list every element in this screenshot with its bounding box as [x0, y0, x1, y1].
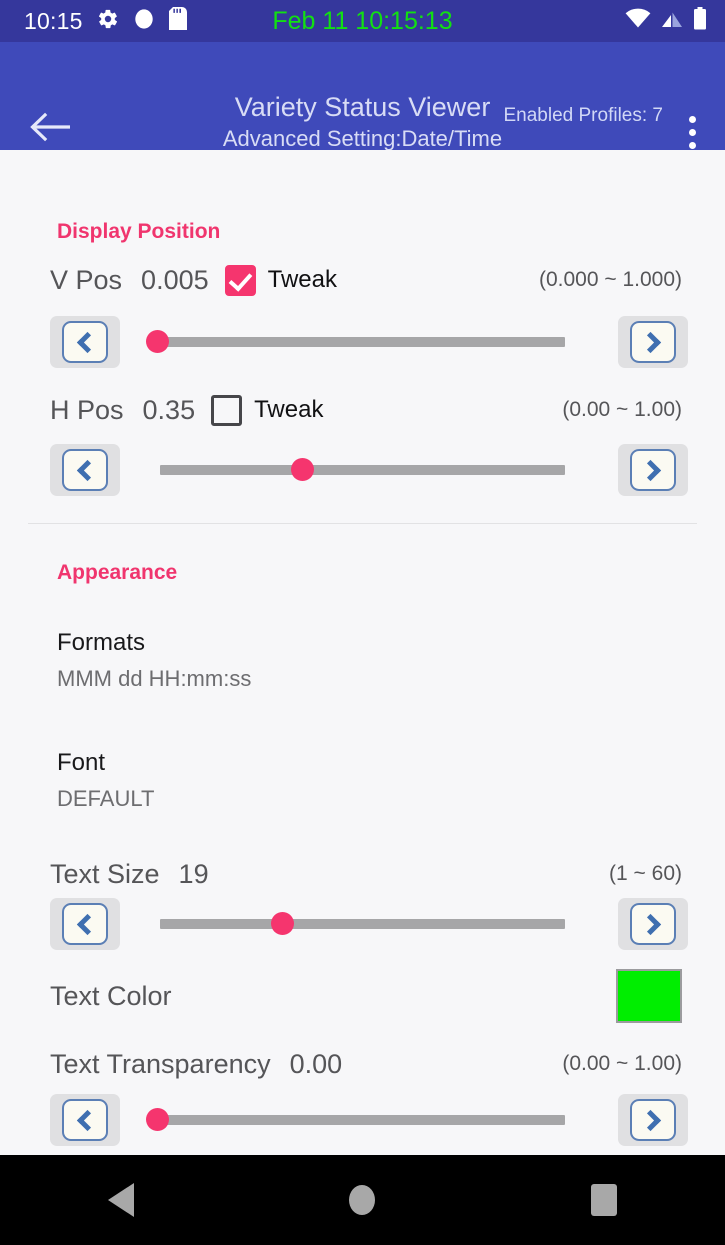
h-pos-slider-track[interactable]	[160, 465, 565, 475]
v-pos-row: V Pos 0.005 Tweak (0.000 ~ 1.000)	[0, 244, 725, 316]
gear-icon	[97, 8, 119, 35]
status-datetime: Feb 11 10:15:13	[272, 6, 453, 35]
system-navigation-bar	[0, 1155, 725, 1245]
wifi-icon	[625, 8, 651, 35]
v-pos-slider-track[interactable]	[157, 337, 565, 347]
v-pos-tweak-checkbox[interactable]	[224, 264, 256, 296]
h-pos-slider-row[interactable]	[0, 444, 725, 504]
font-label[interactable]: Font	[0, 749, 725, 777]
text-transparency-range: (0.00 ~ 1.00)	[562, 1052, 682, 1075]
chevron-right-icon	[639, 913, 662, 935]
status-bar: 10:15 Feb 11 10:15:13	[0, 0, 725, 42]
status-bar-right	[625, 7, 707, 35]
chevron-left-icon	[76, 1109, 99, 1131]
v-pos-slider-thumb[interactable]	[146, 330, 169, 353]
formats-label[interactable]: Formats	[0, 629, 725, 657]
h-pos-increment-button[interactable]	[618, 444, 688, 496]
text-size-label: Text Size	[50, 858, 160, 889]
text-size-value: 19	[178, 858, 209, 889]
chevron-right-icon	[639, 459, 662, 481]
app-bar: Variety Status Viewer Advanced Setting:D…	[0, 42, 725, 174]
text-size-increment-button[interactable]	[618, 898, 688, 950]
text-transparency-decrement-button[interactable]	[50, 1094, 120, 1146]
chevron-left-icon	[76, 913, 99, 935]
font-value[interactable]: DEFAULT	[0, 786, 725, 812]
h-pos-value: 0.35	[142, 394, 196, 425]
app-screen: 10:15 Feb 11 10:15:13 Variety Status Vie…	[0, 0, 725, 1245]
text-size-decrement-button[interactable]	[50, 898, 120, 950]
signal-icon	[660, 8, 684, 35]
text-color-swatch[interactable]	[616, 969, 682, 1023]
v-pos-label: V Pos	[50, 264, 123, 295]
battery-icon	[693, 7, 707, 35]
status-clock: 10:15	[24, 7, 83, 34]
text-transparency-slider-track[interactable]	[157, 1115, 565, 1125]
text-size-slider-thumb[interactable]	[271, 912, 294, 935]
settings-content[interactable]: Display Position V Pos 0.005 Tweak (0.00…	[0, 150, 725, 1155]
h-pos-decrement-button[interactable]	[50, 444, 120, 496]
circle-icon	[133, 8, 155, 35]
chevron-right-icon	[639, 1109, 662, 1131]
chevron-left-icon	[76, 331, 99, 353]
chevron-left-icon	[76, 459, 99, 481]
h-pos-slider-thumb[interactable]	[291, 458, 314, 481]
text-size-range: (1 ~ 60)	[609, 862, 682, 885]
text-size-slider-row[interactable]	[0, 898, 725, 958]
v-pos-increment-button[interactable]	[618, 316, 688, 368]
section-heading-display-position: Display Position	[57, 220, 221, 243]
text-transparency-row: Text Transparency 0.00 (0.00 ~ 1.00)	[0, 1034, 725, 1094]
nav-home-icon[interactable]	[349, 1185, 376, 1215]
h-pos-tweak-label: Tweak	[254, 396, 324, 423]
sd-card-icon	[168, 7, 187, 35]
v-pos-tweak-label: Tweak	[267, 266, 337, 293]
text-transparency-label: Text Transparency	[50, 1048, 271, 1079]
text-color-row[interactable]: Text Color	[0, 958, 725, 1034]
v-pos-range: (0.000 ~ 1.000)	[538, 268, 682, 291]
text-size-row: Text Size 19 (1 ~ 60)	[0, 850, 725, 898]
nav-back-icon[interactable]	[107, 1183, 134, 1217]
v-pos-value: 0.005	[141, 264, 209, 295]
text-transparency-slider-row[interactable]	[0, 1094, 725, 1154]
v-pos-decrement-button[interactable]	[50, 316, 120, 368]
text-transparency-slider-thumb[interactable]	[146, 1108, 169, 1131]
text-color-label: Text Color	[50, 980, 172, 1011]
enabled-profiles-label: Enabled Profiles: 7	[503, 105, 664, 126]
text-transparency-increment-button[interactable]	[618, 1094, 688, 1146]
h-pos-row: H Pos 0.35 Tweak (0.00 ~ 1.00)	[0, 376, 725, 444]
h-pos-tweak-checkbox[interactable]	[211, 394, 243, 426]
overflow-menu-icon[interactable]	[679, 112, 705, 152]
formats-value[interactable]: MMM dd HH:mm:ss	[0, 666, 725, 692]
h-pos-range: (0.00 ~ 1.00)	[562, 398, 682, 421]
chevron-right-icon	[639, 331, 662, 353]
status-bar-left: 10:15	[0, 7, 187, 35]
text-size-slider-track[interactable]	[160, 919, 565, 929]
v-pos-slider-row[interactable]	[0, 316, 725, 376]
section-heading-appearance: Appearance	[57, 561, 178, 584]
nav-recents-icon[interactable]	[591, 1184, 618, 1216]
h-pos-label: H Pos	[50, 394, 124, 425]
text-transparency-value: 0.00	[289, 1048, 343, 1079]
back-button[interactable]	[30, 112, 72, 142]
